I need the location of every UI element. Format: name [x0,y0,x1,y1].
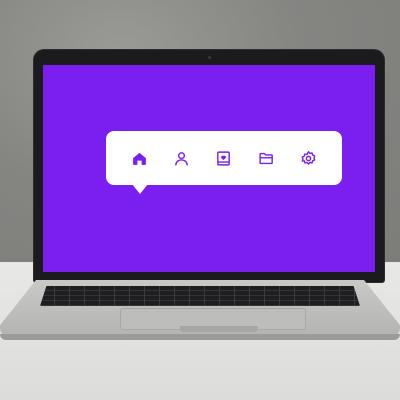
active-indicator-notch [132,184,148,194]
heart-book-icon [217,150,231,166]
laptop-front-edge [0,334,400,340]
nav-item-home[interactable] [125,144,153,172]
home-icon [132,152,146,165]
laptop-screen [43,65,375,272]
folder-icon [259,152,273,164]
keyboard-rows [40,286,360,306]
nav-item-favorites[interactable] [210,144,238,172]
navigation-menu [106,131,342,194]
user-icon [175,151,188,166]
nav-item-settings[interactable] [295,144,323,172]
nav-item-profile[interactable] [168,144,196,172]
gear-icon [301,150,316,165]
laptop-lid [34,50,384,282]
lid-opening-notch [180,326,258,332]
nav-item-folder[interactable] [252,144,280,172]
webcam [208,56,211,59]
